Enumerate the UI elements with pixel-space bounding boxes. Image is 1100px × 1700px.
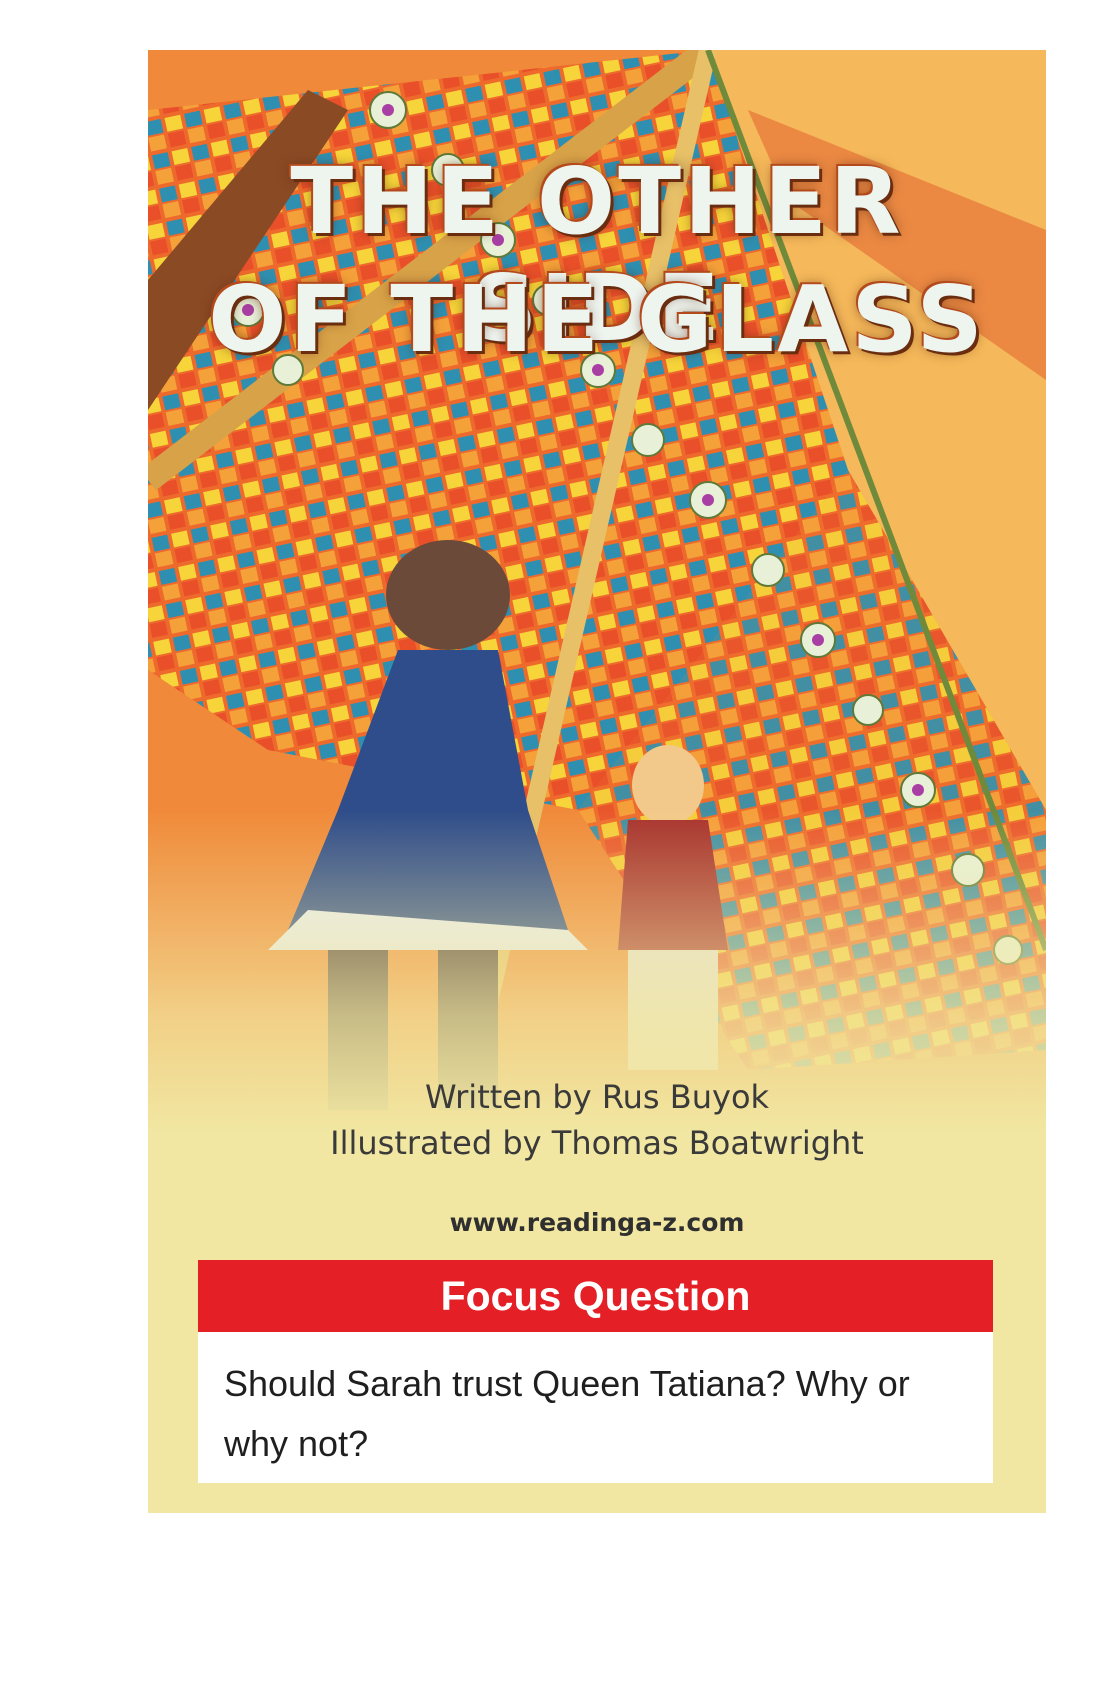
focus-question-header: Focus Question: [198, 1260, 993, 1332]
website-link[interactable]: www.readinga-z.com: [148, 1208, 1046, 1237]
illustrator-credit: Illustrated by Thomas Boatwright: [330, 1124, 864, 1162]
author-credit: Written by Rus Buyok: [424, 1078, 770, 1116]
book-title-line-2: OF THE GLASS: [208, 266, 986, 373]
focus-question-text: Should Sarah trust Queen Tatiana? Why or…: [198, 1332, 993, 1483]
